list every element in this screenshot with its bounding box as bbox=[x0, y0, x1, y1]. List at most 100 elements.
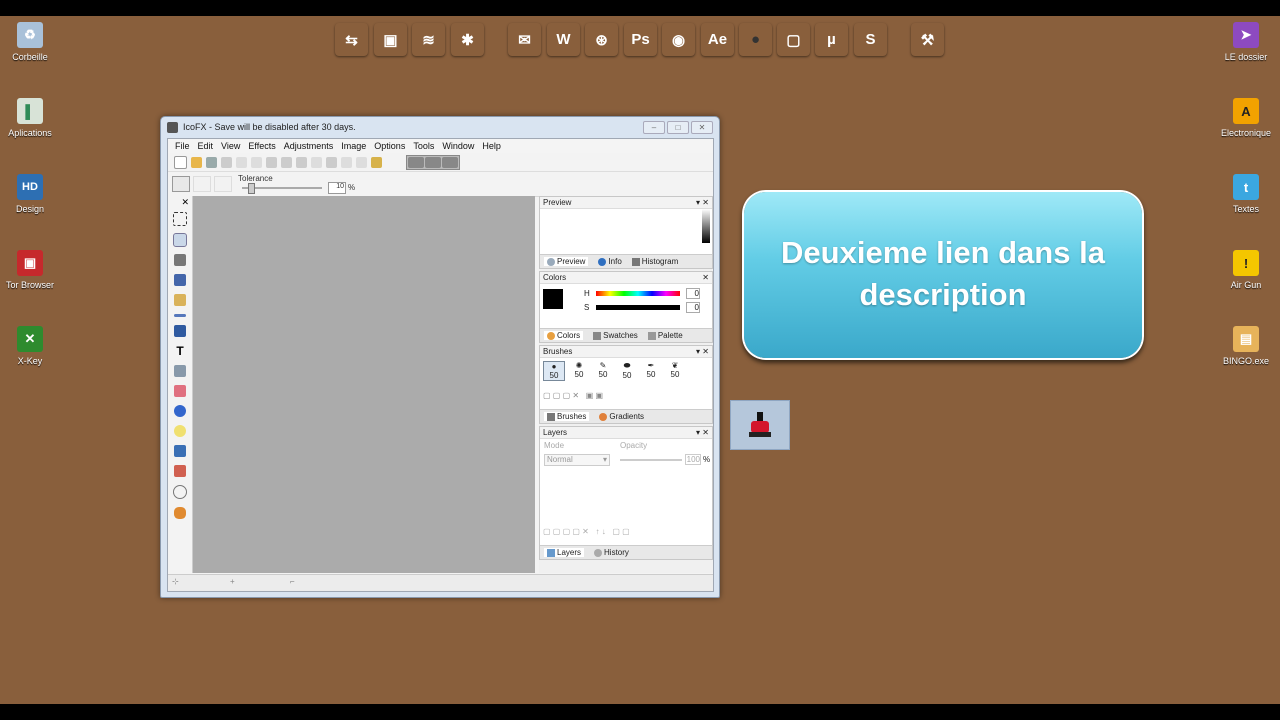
eraser-tool-icon[interactable] bbox=[174, 385, 186, 397]
panel-close-icon[interactable]: ▾ ✕ bbox=[696, 428, 709, 437]
redo-icon[interactable] bbox=[281, 156, 292, 168]
desktop-icon-corbeille[interactable]: ♻ Corbeille bbox=[0, 22, 60, 62]
tab-palette[interactable]: Palette bbox=[647, 331, 683, 340]
paste-icon[interactable] bbox=[251, 156, 262, 168]
tab-history[interactable]: History bbox=[594, 548, 629, 557]
menu-tools[interactable]: Tools bbox=[409, 141, 438, 151]
resize-icon[interactable] bbox=[296, 156, 307, 168]
toolbox-close-icon[interactable]: ✕ bbox=[168, 196, 192, 208]
brush-preset[interactable]: ❦ 50 bbox=[665, 361, 685, 381]
open-folder-icon[interactable] bbox=[191, 156, 202, 168]
dock-item-settings[interactable]: ✱ bbox=[451, 23, 484, 56]
desktop-icon-x-key[interactable]: ✕ X-Key bbox=[0, 326, 60, 366]
drop-tool-icon[interactable] bbox=[174, 405, 186, 417]
floating-icon-thumbnail[interactable] bbox=[730, 400, 790, 450]
menu-help[interactable]: Help bbox=[478, 141, 505, 151]
dock-item-frame[interactable]: ▢ bbox=[777, 23, 810, 56]
menu-options[interactable]: Options bbox=[370, 141, 409, 151]
hue-input[interactable]: 0 bbox=[686, 288, 700, 299]
background-icon[interactable] bbox=[442, 156, 458, 168]
desktop-icon-design[interactable]: HD Design bbox=[0, 174, 60, 214]
desktop-icon-electronique[interactable]: A Electronique bbox=[1216, 98, 1276, 138]
rotate-icon[interactable] bbox=[326, 156, 337, 168]
desktop-icon-textes[interactable]: t Textes bbox=[1216, 174, 1276, 214]
close-button[interactable]: ✕ bbox=[691, 120, 713, 134]
brush-actions-icon[interactable]: ▢ ▢ ▢ ✕ ▣ ▣ bbox=[543, 391, 603, 400]
tab-histogram[interactable]: Histogram bbox=[631, 257, 678, 266]
dock-item-usb[interactable]: ⇆ bbox=[335, 23, 368, 56]
panel-close-icon[interactable]: ▾ ✕ bbox=[696, 347, 709, 356]
tolerance-slider-thumb[interactable] bbox=[248, 183, 255, 194]
desktop-icon-aplications[interactable]: ▌ Aplications bbox=[0, 98, 60, 138]
dock-item-utorrent[interactable]: µ bbox=[815, 23, 848, 56]
zoom-tool-icon[interactable] bbox=[173, 485, 187, 499]
desktop-icon-bingo[interactable]: ▤ BINGO.exe bbox=[1216, 326, 1276, 366]
panel-menu-icon[interactable]: ▾ ✕ bbox=[696, 198, 709, 207]
cut-icon[interactable] bbox=[221, 156, 232, 168]
crop-tool-icon[interactable] bbox=[174, 254, 186, 266]
rectangle-tool-icon[interactable] bbox=[174, 325, 186, 337]
hand-tool-icon[interactable] bbox=[174, 507, 186, 519]
light-tool-icon[interactable] bbox=[174, 425, 186, 437]
menu-adjustments[interactable]: Adjustments bbox=[280, 141, 338, 151]
desktop-icon-tor-browser[interactable]: ▣ Tor Browser bbox=[0, 250, 60, 290]
hue-slider[interactable] bbox=[596, 291, 680, 296]
dock-item-word[interactable]: W bbox=[547, 23, 580, 56]
blend-mode-select[interactable]: Normal ▾ bbox=[544, 454, 610, 466]
copy-icon[interactable] bbox=[236, 156, 247, 168]
grid-icon[interactable] bbox=[408, 156, 424, 168]
tab-colors[interactable]: Colors bbox=[544, 331, 584, 340]
new-file-icon[interactable] bbox=[174, 155, 187, 169]
menu-edit[interactable]: Edit bbox=[194, 141, 218, 151]
saturation-input[interactable]: 0 bbox=[686, 302, 700, 313]
editor-canvas[interactable] bbox=[193, 196, 535, 573]
layer-actions-icon[interactable]: ▢ ▢ ▢ ▢ ✕ ↑ ↓ ▢ ▢ bbox=[543, 527, 630, 536]
brush-preset[interactable]: ✒ 50 bbox=[641, 361, 661, 381]
window-titlebar[interactable]: IcoFX - Save will be disabled after 30 d… bbox=[161, 117, 719, 137]
panel-close-icon[interactable]: ✕ bbox=[702, 273, 709, 282]
menu-effects[interactable]: Effects bbox=[244, 141, 279, 151]
saturation-slider[interactable] bbox=[596, 305, 680, 310]
checker-icon[interactable] bbox=[425, 156, 441, 168]
line-tool-icon[interactable] bbox=[174, 314, 186, 317]
brush-preset[interactable]: ⬬ 50 bbox=[617, 361, 637, 381]
undo-icon[interactable] bbox=[266, 156, 277, 168]
brush-tool-icon[interactable] bbox=[174, 445, 186, 457]
tab-brushes[interactable]: Brushes bbox=[544, 412, 590, 421]
dock-item-rss[interactable]: ≋ bbox=[412, 23, 445, 56]
tab-info[interactable]: Info bbox=[598, 257, 622, 266]
export-icon[interactable] bbox=[371, 156, 382, 168]
opacity-input[interactable]: 100 bbox=[685, 454, 701, 465]
dock-item-tools[interactable]: ⚒ bbox=[911, 23, 944, 56]
save-icon[interactable] bbox=[206, 156, 217, 168]
text-tool-icon[interactable]: T bbox=[174, 345, 186, 357]
dock-item-toolbox[interactable]: ▣ bbox=[374, 23, 407, 56]
menu-view[interactable]: View bbox=[217, 141, 244, 151]
dock-item-mail[interactable]: ✉ bbox=[508, 23, 541, 56]
dock-item-after-effects[interactable]: Ae bbox=[701, 23, 734, 56]
brush-preset[interactable]: ✺ 50 bbox=[569, 361, 589, 381]
menu-file[interactable]: File bbox=[171, 141, 194, 151]
selection-add-icon[interactable] bbox=[193, 176, 211, 192]
selection-subtract-icon[interactable] bbox=[214, 176, 232, 192]
maximize-button[interactable]: □ bbox=[667, 120, 689, 134]
test-icon[interactable] bbox=[356, 156, 367, 168]
opacity-slider[interactable] bbox=[620, 459, 682, 461]
dock-item-skype[interactable]: S bbox=[854, 23, 887, 56]
menu-window[interactable]: Window bbox=[438, 141, 478, 151]
dock-item-apple[interactable]: ● bbox=[739, 23, 772, 56]
dock-item-globe[interactable]: ◉ bbox=[662, 23, 695, 56]
tab-swatches[interactable]: Swatches bbox=[593, 331, 638, 340]
crop-icon[interactable] bbox=[311, 156, 322, 168]
current-color-swatch[interactable] bbox=[543, 289, 563, 309]
minimize-button[interactable]: – bbox=[643, 120, 665, 134]
magic-wand-tool-icon[interactable] bbox=[173, 233, 187, 247]
tab-preview[interactable]: Preview bbox=[544, 257, 589, 266]
fill-tool-icon[interactable] bbox=[174, 365, 186, 377]
tab-gradients[interactable]: Gradients bbox=[599, 412, 644, 421]
move-tool-icon[interactable] bbox=[174, 274, 186, 286]
marquee-tool-icon[interactable] bbox=[173, 212, 187, 226]
tolerance-input[interactable]: 10 bbox=[328, 182, 346, 194]
desktop-icon-le-dossier[interactable]: ➤ LE dossier bbox=[1216, 22, 1276, 62]
desktop-icon-air-gun[interactable]: ! Air Gun bbox=[1216, 250, 1276, 290]
